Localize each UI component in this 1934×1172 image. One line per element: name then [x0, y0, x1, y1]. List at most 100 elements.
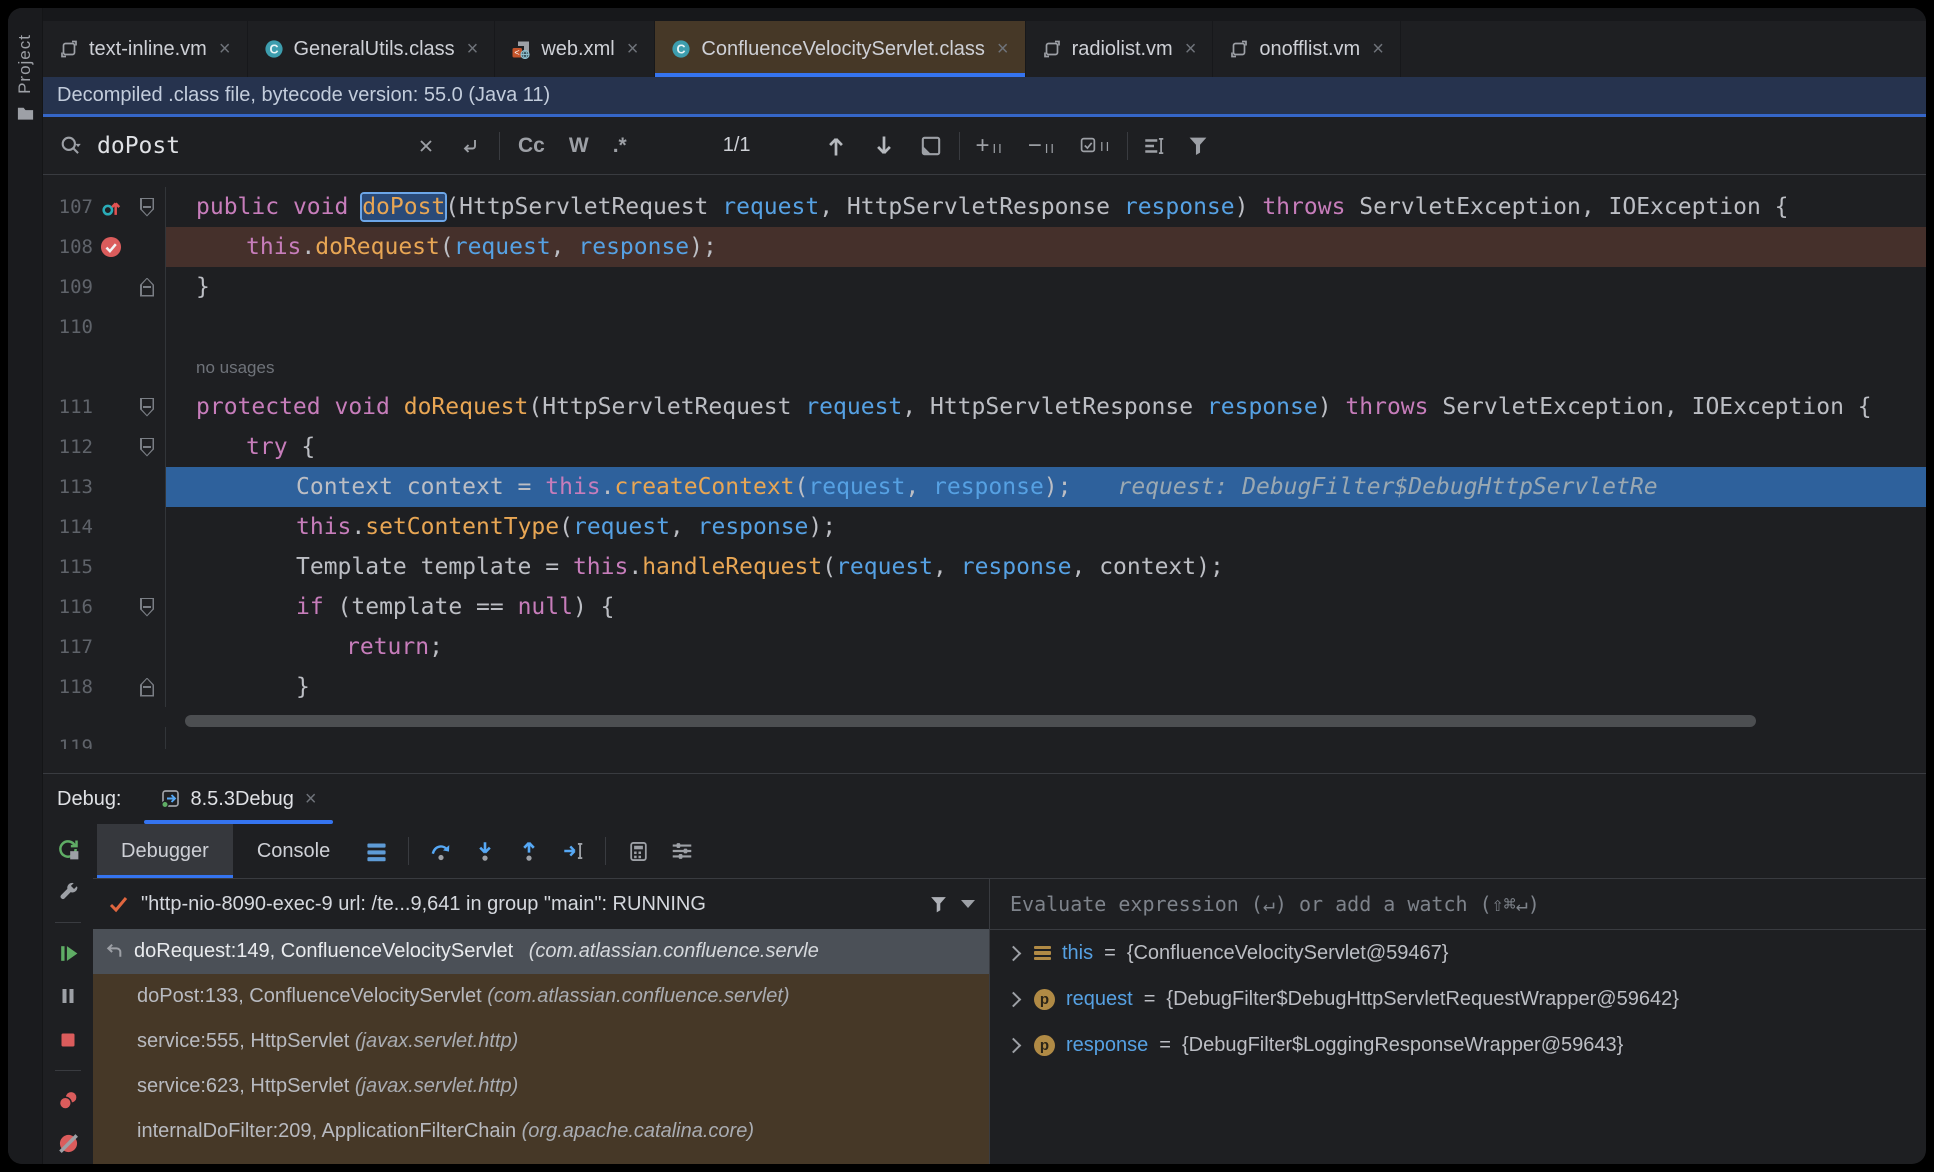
step-into-icon[interactable]	[463, 824, 507, 878]
filter-icon[interactable]	[928, 894, 949, 915]
layout-settings-icon[interactable]	[660, 824, 704, 878]
svg-text:C: C	[269, 42, 278, 56]
editor-tab-bar: text-inline.vm × C GeneralUtils.class × < web.…	[43, 21, 1926, 77]
tab-console[interactable]: Console	[233, 824, 354, 878]
gutter-space	[93, 627, 129, 667]
remove-occurrence-icon[interactable]: − II	[1028, 133, 1056, 157]
fold-marker-icon[interactable]	[140, 677, 154, 697]
line-number: 112	[58, 436, 93, 458]
separator	[958, 131, 960, 160]
line-number: 111	[58, 396, 93, 418]
variable-row[interactable]: p response = {DebugFilter$LoggingResponseWr…	[990, 1022, 1926, 1068]
add-occurrence-icon[interactable]: + II	[976, 133, 1004, 157]
close-icon[interactable]: ×	[627, 38, 639, 61]
filter-icon[interactable]	[1186, 134, 1210, 158]
open-in-window-icon[interactable]	[919, 134, 943, 158]
stack-frame-row[interactable]: service:623, HttpServlet (javax.servlet.…	[93, 1064, 989, 1109]
variable-value: {ConfluenceVelocityServlet@59467}	[1126, 941, 1449, 964]
verified-breakpoint-icon[interactable]	[93, 227, 129, 267]
banner-text: Decompiled .class file, bytecode version…	[57, 84, 551, 106]
editor-tab[interactable]: radiolist.vm ×	[1026, 21, 1214, 77]
editor-tab[interactable]: C GeneralUtils.class ×	[248, 21, 496, 77]
line-number: 113	[58, 476, 93, 498]
line-number: 119	[58, 736, 93, 749]
line-number: 116	[58, 596, 93, 618]
evaluate-expression-field[interactable]: Evaluate expression (↵) or add a watch (…	[990, 879, 1926, 930]
rerun-icon[interactable]	[48, 829, 88, 869]
stack-frame-row[interactable]: service:555, HttpServlet (javax.servlet.…	[93, 1019, 989, 1064]
filter-lines-icon[interactable]	[1142, 134, 1166, 158]
frame-package: (org.apache.catalina.core)	[521, 1120, 754, 1142]
code-line: 110	[43, 307, 1926, 347]
stack-frame-row[interactable]: doRequest:149, ConfluenceVelocityServlet…	[93, 929, 989, 974]
stop-icon[interactable]	[48, 1020, 88, 1060]
svg-text:<: <	[515, 48, 520, 58]
horizontal-scrollbar[interactable]	[185, 715, 1756, 727]
find-toolbar: doPost Cc W .* 1/1 + II − II II	[43, 117, 1926, 175]
search-input[interactable]: doPost	[97, 133, 415, 159]
stack-frame-row[interactable]: internalDoFilter:209, ApplicationFilterC…	[93, 1109, 989, 1154]
step-over-icon[interactable]	[419, 824, 463, 878]
view-breakpoints-icon[interactable]	[48, 1081, 88, 1121]
run-to-cursor-icon[interactable]	[551, 824, 595, 878]
editor-tab[interactable]: onofflist.vm ×	[1213, 21, 1401, 77]
code-text: return;	[346, 634, 443, 660]
close-icon[interactable]: ×	[467, 38, 479, 61]
close-icon[interactable]: ×	[1185, 38, 1197, 61]
fold-marker-icon[interactable]	[140, 597, 154, 617]
regex-toggle[interactable]: .*	[613, 134, 627, 158]
threads-view-icon[interactable]	[354, 824, 398, 878]
editor-tab[interactable]: < web.xml ×	[495, 21, 656, 77]
line-number: 110	[58, 316, 93, 338]
match-case-toggle[interactable]: Cc	[518, 134, 545, 158]
fold-marker-icon[interactable]	[140, 197, 154, 217]
fold-marker-icon[interactable]	[140, 277, 154, 297]
arrow-down-icon[interactable]	[871, 133, 897, 159]
frame-package: (com.atlassian.confluence.servlet)	[487, 985, 790, 1007]
usages-hint[interactable]: no usages	[196, 358, 274, 377]
stack-frame-row[interactable]: doFilter:153, ApplicationFilterChain (or…	[93, 1154, 989, 1164]
thread-label: "http-nio-8090-exec-9 url: /te...9,641 i…	[141, 892, 706, 915]
step-out-icon[interactable]	[507, 824, 551, 878]
chevron-down-icon[interactable]	[961, 900, 975, 908]
evaluate-calculator-icon[interactable]	[616, 824, 660, 878]
parameter-icon: p	[1034, 1034, 1055, 1056]
chevron-right-icon[interactable]	[1005, 945, 1022, 961]
close-icon[interactable]: ×	[997, 38, 1009, 61]
variable-row[interactable]: this = {ConfluenceVelocityServlet@59467}	[990, 930, 1926, 976]
chevron-right-icon[interactable]	[1005, 991, 1022, 1007]
newline-icon[interactable]	[459, 135, 481, 157]
fold-marker-icon[interactable]	[140, 397, 154, 417]
debug-session-tab[interactable]: 8.5.3Debug ×	[143, 774, 333, 824]
editor-tab[interactable]: C ConfluenceVelocityServlet.class ×	[655, 21, 1026, 77]
frames-list: doRequest:149, ConfluenceVelocityServlet…	[93, 929, 989, 1164]
folder-icon[interactable]	[16, 104, 35, 123]
words-toggle[interactable]: W	[569, 134, 589, 158]
overrides-method-icon[interactable]	[93, 187, 129, 227]
search-icon[interactable]	[59, 134, 83, 158]
close-icon[interactable]: ×	[305, 788, 317, 811]
arrow-up-icon[interactable]	[823, 133, 849, 159]
project-toolwindow-button[interactable]: Project	[15, 34, 35, 94]
pause-icon[interactable]	[48, 976, 88, 1016]
mute-breakpoints-icon[interactable]	[48, 1124, 88, 1164]
thread-selector[interactable]: "http-nio-8090-exec-9 url: /te...9,641 i…	[93, 879, 989, 929]
clear-icon[interactable]	[415, 135, 437, 157]
select-all-occurrences-icon[interactable]: II	[1080, 137, 1111, 154]
fold-marker-icon[interactable]	[140, 437, 154, 457]
thread-check-icon	[107, 893, 129, 915]
close-icon[interactable]: ×	[1372, 38, 1384, 61]
tab-debugger[interactable]: Debugger	[97, 824, 233, 878]
stack-frame-row[interactable]: doPost:133, ConfluenceVelocityServlet (c…	[93, 974, 989, 1019]
variable-row[interactable]: p request = {DebugFilter$DebugHttpServletRe…	[990, 976, 1926, 1022]
gutter-space	[93, 427, 129, 467]
resume-icon[interactable]	[48, 933, 88, 973]
chevron-right-icon[interactable]	[1005, 1037, 1022, 1053]
close-icon[interactable]: ×	[219, 38, 231, 61]
code-text: try {	[246, 434, 316, 460]
settings-wrench-icon[interactable]	[48, 872, 88, 912]
editor-tab[interactable]: text-inline.vm ×	[43, 21, 248, 77]
separator	[605, 837, 607, 865]
this-variable-icon	[1034, 945, 1051, 961]
code-editor[interactable]: 107 public void doPost(HttpServletRequest…	[43, 175, 1926, 773]
